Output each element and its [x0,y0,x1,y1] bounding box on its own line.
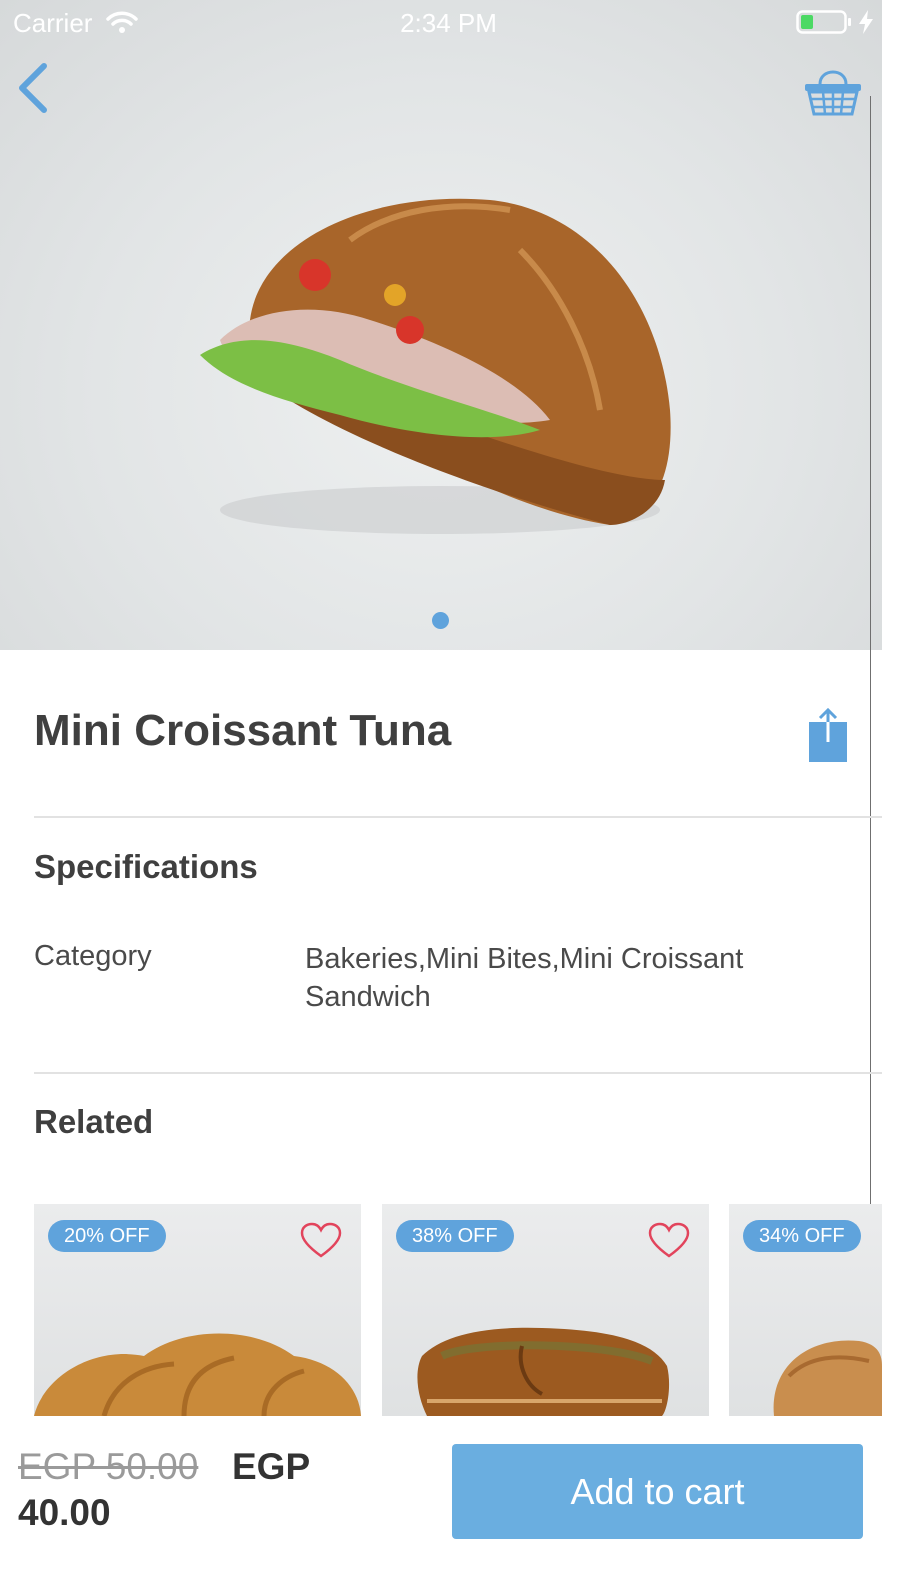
pastry-image [417,1327,670,1416]
discount-badge: 20% OFF [48,1220,166,1252]
spec-key-category: Category [34,940,152,972]
product-image-carousel[interactable] [0,0,882,650]
spec-value-category: Bakeries,Mini Bites,Mini Croissant Sandw… [305,943,744,1013]
related-product-card[interactable]: 38% OFF [382,1204,709,1416]
chevron-left-icon [19,63,47,113]
divider [34,816,882,818]
status-bar: Carrier 2:34 PM [0,0,897,44]
bun-image [773,1340,882,1416]
sale-price-currency: EGP [232,1446,311,1487]
related-product-card[interactable]: 20% OFF [34,1204,361,1416]
share-button[interactable] [806,707,850,766]
related-product-card[interactable]: 34% OFF [729,1204,882,1416]
basket-icon [805,70,861,116]
discount-badge: 38% OFF [396,1220,514,1252]
heart-icon[interactable] [299,1222,343,1260]
product-title: Mini Croissant Tuna [34,706,452,755]
related-heading: Related [34,1103,154,1140]
purchase-bar: EGP 50.00 EGP 40.00 Add to cart [0,1416,897,1594]
product-photo [200,198,671,534]
original-price: EGP 50.00 [18,1446,199,1487]
share-icon [809,707,847,762]
carousel-page-dot[interactable] [432,612,449,629]
discount-badge: 34% OFF [743,1220,861,1252]
cart-button[interactable] [802,62,864,118]
add-to-cart-button[interactable]: Add to cart [452,1444,863,1539]
specifications-heading: Specifications [34,848,258,885]
heart-icon[interactable] [647,1222,691,1260]
status-time: 2:34 PM [400,8,497,38]
divider [34,1072,882,1074]
battery-icon [796,10,851,34]
charging-bolt-icon [859,10,873,34]
sale-price-value: 40.00 [18,1492,111,1533]
croissant-image [34,1333,361,1416]
back-button[interactable] [14,62,54,114]
